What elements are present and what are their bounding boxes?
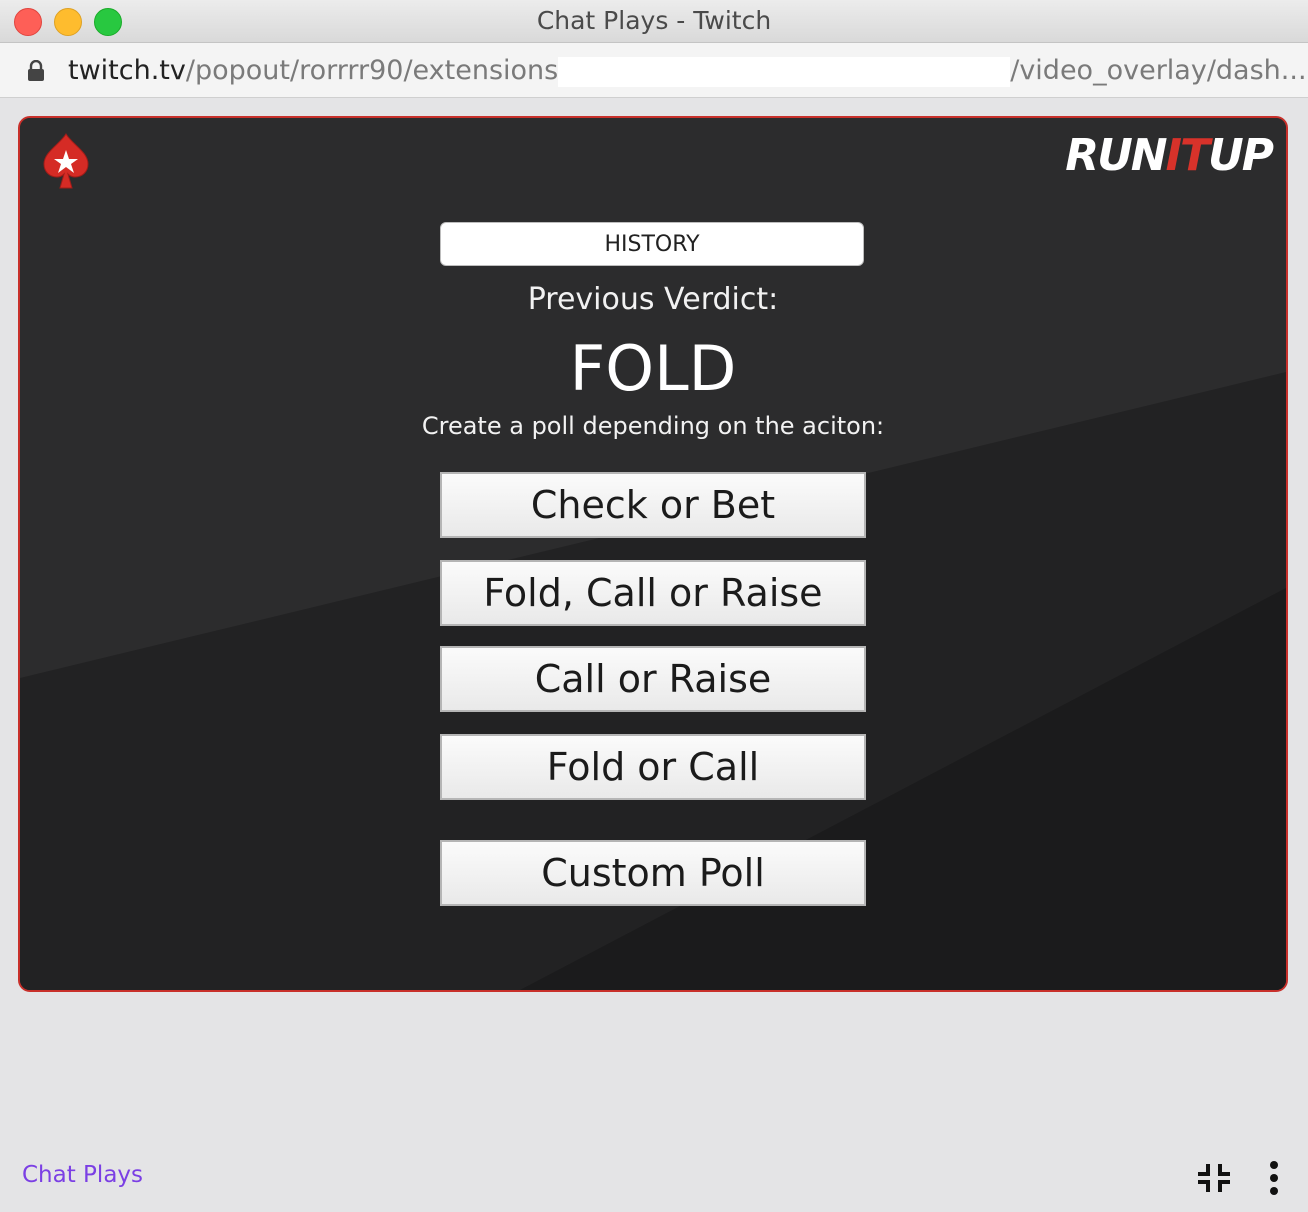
window-title: Chat Plays - Twitch [536, 6, 772, 35]
logo-text-run: RUN [1065, 130, 1167, 181]
previous-verdict-value: FOLD [569, 332, 737, 405]
logo-text-it: IT [1165, 130, 1210, 181]
extension-name-link[interactable]: Chat Plays [22, 1162, 143, 1188]
pokerstars-spade-icon [43, 133, 89, 189]
url-host: twitch.tv [68, 55, 186, 86]
call-or-raise-button[interactable]: Call or Raise [440, 646, 866, 712]
history-button[interactable]: HISTORY [440, 222, 864, 266]
check-or-bet-button[interactable]: Check or Bet [440, 472, 866, 538]
window-titlebar: Chat Plays - Twitch [0, 0, 1308, 43]
previous-verdict-label: Previous Verdict: [527, 282, 779, 317]
address-bar[interactable]: twitch.tv/popout/rorrrr90/extensions/vid… [0, 43, 1308, 98]
url-path-start: /popout/rorrrr90/extensions [185, 55, 559, 86]
url-path-end: /video_overlay/dash... [1010, 55, 1307, 86]
fold-or-call-button[interactable]: Fold or Call [440, 734, 866, 800]
collapse-icon[interactable] [1196, 1162, 1232, 1194]
url-text[interactable]: twitch.tv/popout/rorrrr90/extensions/vid… [68, 55, 1307, 87]
run-it-up-logo: RUNITUP [1065, 130, 1274, 181]
more-options-icon[interactable] [1266, 1160, 1282, 1196]
url-redacted-segment [558, 56, 1011, 87]
fold-call-or-raise-button[interactable]: Fold, Call or Raise [440, 560, 866, 626]
extension-panel: RUNITUP HISTORY Previous Verdict: FOLD C… [18, 116, 1288, 992]
lock-icon [28, 60, 44, 81]
poll-instructions: Create a poll depending on the aciton: [421, 412, 885, 440]
logo-text-up: UP [1208, 130, 1274, 181]
custom-poll-button[interactable]: Custom Poll [440, 840, 866, 906]
